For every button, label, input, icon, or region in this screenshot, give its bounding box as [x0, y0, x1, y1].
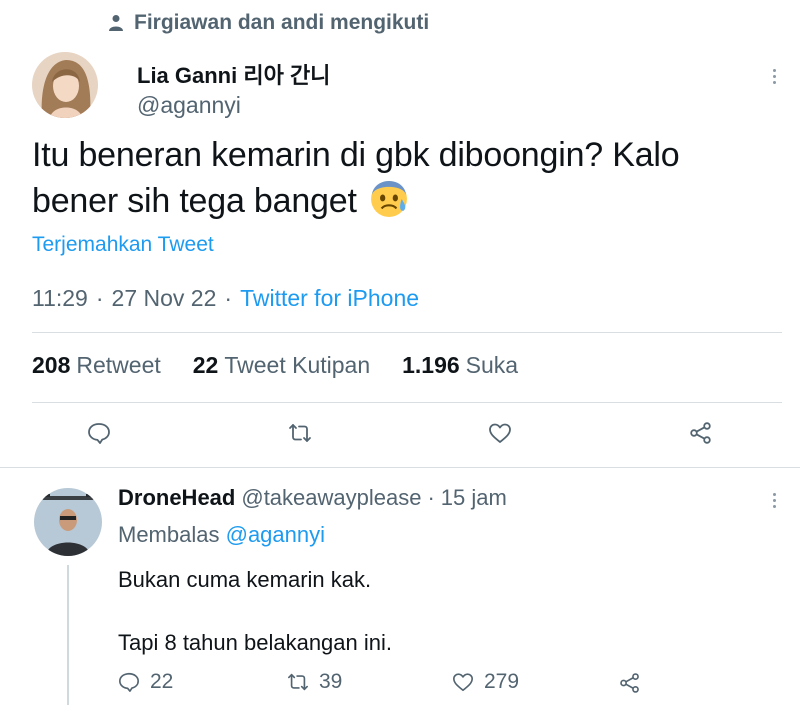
author-avatar[interactable] — [32, 52, 98, 118]
reply-retweet-button[interactable]: 39 — [287, 670, 342, 694]
retweet-count: 208 — [32, 352, 71, 378]
reply-more-options-icon[interactable] — [762, 488, 786, 512]
quote-count: 22 — [192, 352, 219, 378]
reply-button[interactable] — [84, 418, 114, 448]
tweet-source[interactable]: Twitter for iPhone — [240, 285, 419, 312]
more-options-icon[interactable] — [762, 64, 786, 88]
retweet-icon — [289, 424, 311, 442]
share-icon — [690, 422, 711, 444]
tweet-stats: 208 Retweet 22 Tweet Kutipan 1.196 Suka — [32, 352, 550, 379]
replying-handle[interactable]: @agannyi — [226, 522, 325, 547]
reply-reply-count: 22 — [150, 670, 174, 693]
reply-author-name[interactable]: DroneHead — [118, 485, 235, 511]
thread-line — [67, 565, 69, 705]
tweet-text-line2: bener sih tega banget — [32, 182, 357, 220]
retweet-label: Retweet — [76, 352, 161, 378]
social-context-text: Firgiawan dan andi mengikuti — [134, 11, 430, 34]
replying-prefix: Membalas — [118, 522, 220, 547]
reply-reply-button[interactable]: 22 — [118, 670, 173, 694]
share-icon — [620, 673, 639, 693]
divider — [32, 402, 782, 403]
tweet-date[interactable]: 27 Nov 22 — [112, 285, 217, 312]
tweet-meta: 11:29 · 27 Nov 22 · Twitter for iPhone — [32, 285, 419, 312]
reply-retweet-count: 39 — [319, 670, 343, 693]
reply-share-button[interactable] — [619, 672, 641, 694]
meta-separator: · — [224, 285, 233, 311]
reply-text: Bukan cuma kemarin kak. Tapi 8 tahun bel… — [118, 564, 738, 690]
reply-like-button[interactable]: 279 — [452, 670, 519, 694]
reply-time[interactable]: 15 jam — [441, 485, 507, 511]
author-handle[interactable]: @agannyi — [137, 92, 241, 119]
like-count: 1.196 — [402, 352, 460, 378]
reply-like-count: 279 — [484, 670, 520, 693]
like-button[interactable] — [485, 418, 515, 448]
reply-line2: Tapi 8 tahun belakangan ini. — [118, 630, 392, 655]
like-icon — [453, 673, 473, 692]
retweet-button[interactable] — [285, 418, 315, 448]
tweet-text: Itu beneran kemarin di gbk diboongin? Ka… — [32, 132, 782, 224]
reply-icon — [119, 672, 139, 692]
reply-avatar[interactable] — [34, 488, 102, 556]
social-context[interactable]: Firgiawan dan andi mengikuti — [108, 10, 429, 36]
reply-line1: Bukan cuma kemarin kak. — [118, 567, 372, 592]
translate-tweet-link[interactable]: Terjemahkan Tweet — [32, 233, 214, 257]
reply-icon — [88, 423, 110, 444]
replying-to: Membalas @agannyi — [118, 522, 325, 548]
quote-label: Tweet Kutipan — [224, 352, 371, 378]
section-separator — [0, 467, 800, 468]
tweet-text-line1: Itu beneran kemarin di gbk diboongin? Ka… — [32, 136, 680, 174]
reply-separator: · — [427, 485, 435, 510]
person-icon — [109, 15, 123, 31]
share-button[interactable] — [686, 418, 716, 448]
reply-author-handle[interactable]: @takeawayplease — [241, 485, 421, 511]
meta-separator: · — [95, 285, 104, 311]
anxious-sweat-face-emoji — [371, 181, 407, 217]
divider — [32, 332, 782, 333]
like-icon — [489, 423, 511, 443]
like-stat[interactable]: 1.196 Suka — [402, 352, 518, 379]
author-name[interactable]: Lia Ganni 리아 간니 — [137, 58, 330, 90]
reply-header: DroneHead @takeawayplease · 15 jam — [118, 485, 507, 511]
retweet-icon — [288, 673, 308, 691]
like-label: Suka — [465, 352, 519, 378]
quote-tweet-stat[interactable]: 22 Tweet Kutipan — [193, 352, 370, 379]
retweet-stat[interactable]: 208 Retweet — [32, 352, 161, 379]
tweet-time[interactable]: 11:29 — [32, 285, 88, 312]
